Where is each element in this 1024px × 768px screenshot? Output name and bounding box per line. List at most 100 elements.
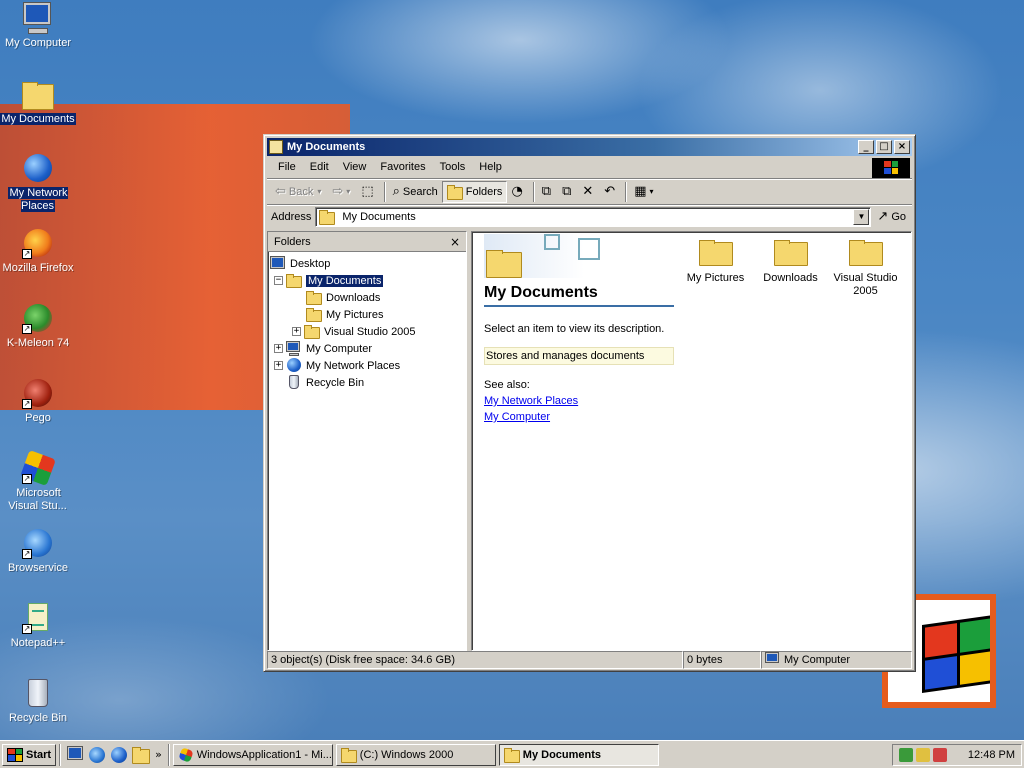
clock[interactable]: 12:48 PM: [968, 749, 1015, 761]
pego-icon: ↗: [22, 377, 54, 409]
folder-view-pane: My Documents Select an item to view its …: [471, 231, 912, 651]
search-button[interactable]: ⌕ Search: [389, 181, 442, 203]
documents-folder-icon: [22, 78, 54, 110]
desktop-icon-recycle-bin[interactable]: Recycle Bin: [0, 677, 76, 725]
shortcut-arrow-icon: ↗: [22, 399, 32, 409]
shortcut-arrow-icon: ↗: [22, 249, 32, 259]
tree-item-my-computer[interactable]: + My Computer: [268, 340, 466, 357]
desktop-icon-browservice[interactable]: ↗ Browservice: [0, 527, 76, 575]
menu-edit[interactable]: Edit: [303, 161, 336, 173]
tree-item-my-pictures[interactable]: My Pictures: [268, 306, 466, 323]
address-dropdown-button[interactable]: ▼: [853, 208, 870, 225]
tree-item-my-network-places[interactable]: + My Network Places: [268, 357, 466, 374]
internet-explorer-icon: ↗: [22, 527, 54, 559]
views-button[interactable]: ▦ ▾: [630, 181, 660, 203]
task-button-my-documents[interactable]: My Documents: [498, 743, 659, 766]
network-tray-icon[interactable]: [899, 747, 913, 762]
file-item-my-pictures[interactable]: My Pictures: [678, 236, 753, 298]
folder-tree: Desktop − My Documents Downloads My Pict…: [268, 252, 466, 391]
tree-item-recycle-bin[interactable]: Recycle Bin: [268, 374, 466, 391]
network-icon: [22, 152, 54, 184]
window-titlebar[interactable]: My Documents _ □ ×: [267, 138, 912, 156]
task-label: WindowsApplication1 - Mi...: [196, 748, 332, 761]
desktop-icon-my-documents[interactable]: My Documents: [0, 78, 76, 126]
tree-item-desktop[interactable]: Desktop: [268, 255, 466, 272]
views-grid-icon: ▦: [634, 184, 647, 199]
link-my-network-places[interactable]: My Network Places: [484, 395, 674, 407]
volume-tray-icon[interactable]: [916, 747, 930, 762]
computer-icon: [22, 2, 54, 34]
close-button[interactable]: ×: [894, 140, 910, 154]
outlook-express-icon[interactable]: [110, 746, 128, 764]
folder-icon: [773, 236, 808, 266]
desktop-icon-notepad-plus[interactable]: ↗ Notepad++: [0, 602, 76, 650]
desktop-icon-label: My Network Places: [8, 187, 68, 212]
menu-file[interactable]: File: [271, 161, 303, 173]
app-tray-icon[interactable]: [933, 747, 947, 762]
task-button-windows-2000[interactable]: (C:) Windows 2000: [335, 743, 496, 766]
file-item-downloads[interactable]: Downloads: [753, 236, 828, 298]
taskbar-separator: [59, 743, 62, 766]
task-button-windowsapplication1[interactable]: WindowsApplication1 - Mi...: [172, 743, 333, 766]
menu-help[interactable]: Help: [472, 161, 509, 173]
tree-item-label: My Computer: [306, 342, 373, 355]
back-button[interactable]: ⇦ Back ▾: [271, 181, 328, 203]
desktop-icon-k-meleon[interactable]: ↗ K-Meleon 74: [0, 302, 76, 350]
collapse-icon[interactable]: −: [274, 276, 283, 285]
forward-button[interactable]: ⇨ ▾: [328, 181, 357, 203]
desktop-icon-firefox[interactable]: ↗ Mozilla Firefox: [0, 227, 76, 275]
quick-launch-more-icon[interactable]: »: [155, 748, 162, 761]
folder-search-icon: [340, 747, 357, 763]
up-folder-button[interactable]: ⬚: [357, 181, 380, 203]
task-label: (C:) Windows 2000: [359, 748, 454, 761]
file-item-visual-studio-2005[interactable]: Visual Studio 2005: [828, 236, 903, 298]
go-button[interactable]: ↗ Go: [871, 209, 912, 224]
expand-icon[interactable]: +: [274, 344, 283, 353]
link-my-computer[interactable]: My Computer: [484, 411, 674, 423]
address-input[interactable]: My Documents ▼: [315, 206, 872, 227]
folders-label: Folders: [465, 185, 503, 198]
explorer-icon[interactable]: [132, 746, 151, 764]
shortcut-arrow-icon: ↗: [22, 474, 32, 484]
desktop-icon-my-computer[interactable]: My Computer: [0, 2, 76, 50]
desktop-icon-my-network-places[interactable]: My Network Places: [0, 152, 76, 213]
minimize-button[interactable]: _: [858, 140, 874, 154]
show-desktop-icon[interactable]: [66, 745, 84, 764]
desktop-icon-pego[interactable]: ↗ Pego: [0, 377, 76, 425]
expand-icon[interactable]: +: [292, 327, 301, 336]
move-to-button[interactable]: ⧉: [538, 181, 558, 203]
folders-button[interactable]: Folders: [441, 180, 508, 203]
web-view-description: Stores and manages documents: [484, 347, 674, 365]
menu-favorites[interactable]: Favorites: [373, 161, 432, 173]
copy-to-button[interactable]: ⧉: [558, 181, 578, 203]
tree-item-downloads[interactable]: Downloads: [268, 289, 466, 306]
history-icon: ◔: [511, 184, 523, 199]
expand-icon[interactable]: +: [274, 361, 283, 370]
tree-item-visual-studio-2005[interactable]: + Visual Studio 2005: [268, 323, 466, 340]
file-item-label: Visual Studio 2005: [833, 272, 898, 297]
history-button[interactable]: ◔: [507, 181, 529, 203]
internet-explorer-icon[interactable]: [88, 746, 106, 764]
folder-banner-icon: [484, 234, 674, 280]
go-arrow-icon: ↗: [877, 209, 889, 224]
menu-tools[interactable]: Tools: [433, 161, 473, 173]
desktop-icon-label: Pego: [25, 412, 51, 424]
desktop-icon-visual-studio[interactable]: ↗ Microsoft Visual Stu...: [0, 450, 76, 513]
forward-dropdown-icon: ▾: [346, 187, 351, 196]
undo-button[interactable]: ↶: [600, 181, 622, 203]
k-meleon-icon: ↗: [22, 302, 54, 334]
computer-icon: [765, 652, 781, 668]
folder-search-icon: [269, 140, 283, 154]
start-button[interactable]: Start: [2, 743, 57, 766]
menu-view[interactable]: View: [336, 161, 374, 173]
search-label: Search: [402, 185, 438, 198]
folders-pane: Folders × Desktop − My Documents Downloa…: [267, 231, 467, 651]
maximize-button[interactable]: □: [876, 140, 892, 154]
close-folders-pane-button[interactable]: ×: [450, 235, 460, 249]
back-label: Back: [288, 185, 314, 198]
firefox-icon: ↗: [22, 227, 54, 259]
delete-x-icon: ✕: [582, 184, 594, 199]
tree-item-my-documents[interactable]: − My Documents: [268, 272, 466, 289]
visual-studio-icon: [178, 746, 194, 763]
delete-button[interactable]: ✕: [578, 181, 600, 203]
